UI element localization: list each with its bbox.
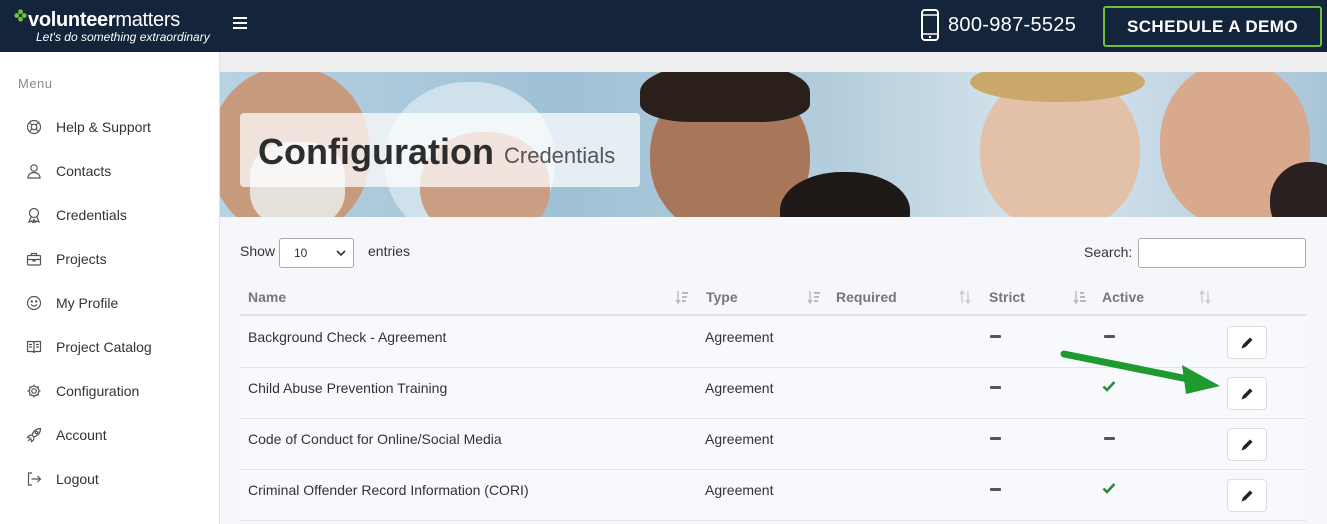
sort-asc-icon[interactable] (807, 289, 821, 305)
dash-icon (990, 335, 1001, 338)
logo-wordmark: volunteermatters (14, 9, 180, 32)
schedule-demo-button[interactable]: SCHEDULE A DEMO (1103, 6, 1322, 47)
sidebar-item-help-support[interactable]: Help & Support (26, 115, 151, 139)
sidebar-item-label: Logout (56, 471, 99, 487)
phone-number[interactable]: 800-987-5525 (948, 14, 1076, 37)
sidebar-item-configuration[interactable]: Configuration (26, 379, 139, 403)
dash-icon (990, 437, 1001, 440)
main-content: Configuration Credentials Show 10 entrie… (220, 52, 1327, 524)
cell-type: Agreement (705, 380, 774, 396)
logout-icon (27, 472, 42, 486)
page-title: Configuration (258, 131, 494, 172)
sidebar-item-label: Projects (56, 251, 107, 267)
column-header-type[interactable]: Type (706, 289, 738, 305)
column-header-required[interactable]: Required (836, 289, 897, 305)
sidebar-item-credentials[interactable]: Credentials (26, 203, 127, 227)
pencil-icon (1241, 337, 1253, 348)
table-row: Child Abuse Prevention Training Agreemen… (240, 368, 1306, 419)
column-header-active[interactable]: Active (1102, 289, 1144, 305)
table-row: Criminal Offender Record Information (CO… (240, 470, 1306, 521)
rocket-icon (26, 427, 42, 443)
user-icon (27, 164, 41, 179)
edit-button[interactable] (1227, 326, 1267, 359)
sidebar-item-contacts[interactable]: Contacts (26, 159, 111, 183)
sidebar-item-label: My Profile (56, 295, 119, 311)
dash-icon (990, 386, 1001, 389)
check-icon (1102, 381, 1116, 392)
sidebar-item-label: Help & Support (56, 119, 151, 135)
pencil-icon (1241, 388, 1253, 399)
sort-both-icon[interactable] (1198, 289, 1212, 305)
logo-light: matters (115, 9, 180, 31)
show-label: Show (240, 243, 276, 259)
sidebar: Menu Help & Support Contacts Credentials… (0, 52, 220, 524)
cell-name: Child Abuse Prevention Training (248, 380, 448, 396)
edit-button[interactable] (1227, 479, 1267, 512)
smile-icon (26, 295, 42, 311)
sidebar-item-projects[interactable]: Projects (26, 247, 107, 271)
sort-both-icon[interactable] (958, 289, 972, 305)
sidebar-item-label: Configuration (56, 383, 140, 399)
sort-asc-icon[interactable] (675, 289, 689, 305)
page-title-card: Configuration Credentials (240, 113, 640, 187)
lifebuoy-icon (26, 119, 42, 135)
column-header-name[interactable]: Name (248, 289, 286, 305)
pencil-icon (1241, 490, 1253, 501)
briefcase-icon (26, 252, 42, 266)
entries-label: entries (368, 243, 411, 259)
top-bar: volunteermatters Let's do something extr… (0, 0, 1327, 52)
dash-icon (1104, 437, 1115, 440)
dash-icon (990, 488, 1001, 491)
cell-name: Criminal Offender Record Information (CO… (248, 482, 529, 498)
sidebar-item-label: Credentials (56, 207, 127, 223)
award-icon (27, 207, 41, 223)
table-row: Background Check - Agreement Agreement (240, 317, 1306, 368)
sidebar-item-logout[interactable]: Logout (26, 467, 99, 491)
banner-image: Configuration Credentials (220, 72, 1327, 217)
sidebar-item-label: Project Catalog (56, 339, 152, 355)
page-subtitle: Credentials (504, 143, 616, 168)
cell-name: Background Check - Agreement (248, 329, 447, 345)
column-header-strict[interactable]: Strict (989, 289, 1025, 305)
logo-bold: volunteer (28, 9, 116, 31)
cell-name: Code of Conduct for Online/Social Media (248, 431, 502, 447)
page-size-select[interactable]: 10 (279, 238, 354, 268)
logo-tagline: Let's do something extraordinary (36, 30, 210, 44)
sidebar-item-my-profile[interactable]: My Profile (26, 291, 118, 315)
gear-icon (27, 384, 41, 398)
menu-title: Menu (18, 76, 53, 91)
edit-button[interactable] (1227, 428, 1267, 461)
sidebar-item-label: Contacts (56, 163, 112, 179)
phone-icon (921, 9, 939, 41)
sidebar-item-account[interactable]: Account (26, 423, 107, 447)
cell-type: Agreement (705, 431, 774, 447)
top-strip (220, 52, 1327, 72)
sidebar-item-label: Account (56, 427, 107, 443)
chevron-down-icon (336, 250, 346, 257)
logo[interactable]: volunteermatters Let's do something extr… (14, 9, 224, 45)
check-icon (1102, 483, 1116, 494)
hamburger-menu-icon[interactable] (233, 17, 247, 31)
dash-icon (1104, 335, 1115, 338)
leaf-icon (14, 9, 27, 22)
sidebar-item-project-catalog[interactable]: Project Catalog (26, 335, 152, 359)
search-input[interactable] (1138, 238, 1306, 268)
book-icon (26, 340, 42, 354)
pencil-icon (1241, 439, 1253, 450)
cell-type: Agreement (705, 482, 774, 498)
table-row: Code of Conduct for Online/Social Media … (240, 419, 1306, 470)
sort-desc-icon[interactable] (1073, 289, 1087, 305)
table-header: Name Type Required Strict Active (240, 280, 1306, 316)
cell-type: Agreement (705, 329, 774, 345)
search-label: Search: (1084, 244, 1133, 260)
edit-button[interactable] (1227, 377, 1267, 410)
page-size-value: 10 (294, 246, 308, 260)
